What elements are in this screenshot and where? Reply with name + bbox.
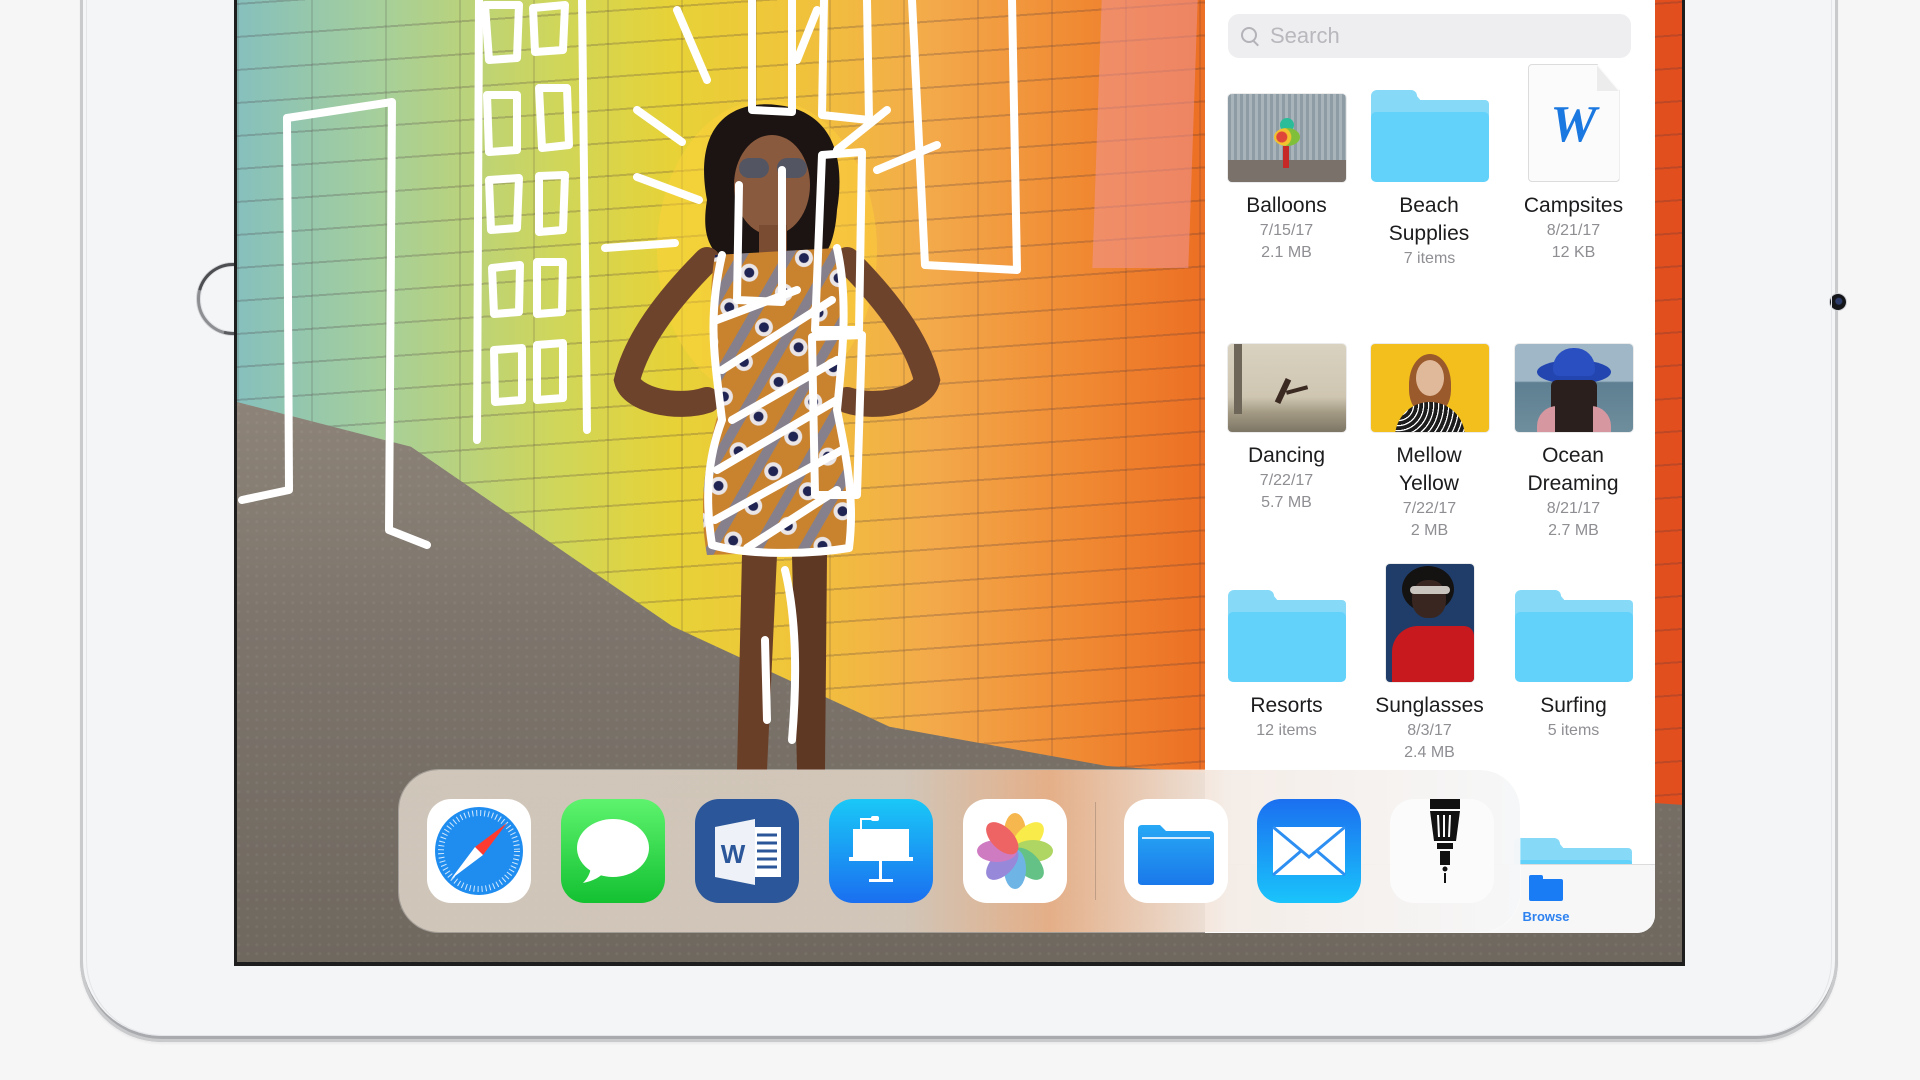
file-name: Ocean Dreaming xyxy=(1527,444,1619,495)
file-name: Campsites xyxy=(1523,194,1624,217)
search-icon xyxy=(1240,26,1260,46)
file-item-beach-supplies[interactable]: Beach Supplies 7 items xyxy=(1358,62,1501,270)
browse-folder-icon xyxy=(1529,875,1563,901)
messages-icon xyxy=(561,799,665,903)
file-item-count: 12 items xyxy=(1256,722,1317,739)
mail-icon xyxy=(1257,799,1361,903)
folder-icon xyxy=(1227,590,1346,682)
file-item-sunglasses[interactable]: Sunglasses 8/3/17 2.4 MB xyxy=(1358,562,1501,764)
file-date: 7/22/17 xyxy=(1259,472,1314,489)
dock-app-safari[interactable] xyxy=(427,799,531,903)
dock-app-messages[interactable] xyxy=(561,799,665,903)
dock-app-mail[interactable] xyxy=(1257,799,1361,903)
search-bar[interactable] xyxy=(1228,14,1631,58)
mellow-yellow-thumbnail xyxy=(1370,344,1489,432)
sunglasses-thumbnail xyxy=(1385,564,1474,682)
word-document-icon: W xyxy=(1527,64,1620,182)
folder-icon xyxy=(1370,90,1489,182)
dancing-thumbnail xyxy=(1227,344,1346,432)
file-item-count: 5 items xyxy=(1547,722,1600,739)
ocean-dreaming-thumbnail xyxy=(1514,344,1633,432)
file-name: Surfing xyxy=(1540,694,1607,717)
file-size: 2 MB xyxy=(1410,522,1449,539)
file-item-ocean-dreaming[interactable]: Ocean Dreaming 8/21/17 2.7 MB xyxy=(1502,312,1645,542)
file-name: Sunglasses xyxy=(1375,694,1484,717)
search-input[interactable] xyxy=(1268,22,1612,50)
file-name: Dancing xyxy=(1247,444,1326,467)
dock-app-keynote[interactable] xyxy=(829,799,933,903)
files-icon xyxy=(1124,799,1228,903)
file-date: 8/21/17 xyxy=(1546,500,1601,517)
file-date: 7/15/17 xyxy=(1259,222,1314,239)
file-item-count: 7 items xyxy=(1403,250,1456,267)
file-name: Beach Supplies xyxy=(1388,194,1470,245)
file-item-mellow-yellow[interactable]: Mellow Yellow 7/22/17 2 MB xyxy=(1358,312,1501,542)
file-item-balloons[interactable]: Balloons 7/15/17 2.1 MB xyxy=(1215,62,1358,264)
svg-text:W: W xyxy=(721,839,746,869)
word-icon: W xyxy=(695,799,799,903)
file-size: 5.7 MB xyxy=(1261,494,1312,511)
balloons-thumbnail xyxy=(1227,94,1346,182)
dock-app-files[interactable] xyxy=(1124,799,1228,903)
front-camera xyxy=(1830,294,1846,310)
dock-divider xyxy=(1095,802,1096,900)
dock-app-photos[interactable] xyxy=(963,799,1067,903)
photos-icon xyxy=(963,799,1067,903)
dock-app-word[interactable]: W xyxy=(695,799,799,903)
keynote-icon xyxy=(829,799,933,903)
safari-icon xyxy=(427,799,531,903)
file-size: 2.4 MB xyxy=(1404,744,1455,761)
dock: W xyxy=(399,770,1520,932)
tab-browse[interactable]: Browse xyxy=(1511,875,1581,924)
file-name: Balloons xyxy=(1246,194,1327,217)
file-item-dancing[interactable]: Dancing 7/22/17 5.7 MB xyxy=(1215,312,1358,514)
file-size: 12 KB xyxy=(1551,244,1596,261)
tab-browse-label: Browse xyxy=(1522,909,1570,924)
file-item-resorts[interactable]: Resorts 12 items xyxy=(1215,562,1358,742)
file-name: Mellow Yellow xyxy=(1396,444,1462,495)
file-size: 2.7 MB xyxy=(1548,522,1599,539)
file-name: Resorts xyxy=(1250,694,1323,717)
file-item-surfing[interactable]: Surfing 5 items xyxy=(1502,562,1645,742)
pen-tool-icon xyxy=(1390,799,1494,903)
file-item-campsites[interactable]: W Campsites 8/21/17 12 KB xyxy=(1502,62,1645,264)
file-date: 8/21/17 xyxy=(1546,222,1601,239)
folder-icon xyxy=(1514,590,1633,682)
file-size: 2.1 MB xyxy=(1261,244,1312,261)
file-date: 8/3/17 xyxy=(1407,722,1452,739)
folder-icon xyxy=(1514,838,1632,866)
dock-app-markup-pen[interactable] xyxy=(1390,799,1494,903)
file-date: 7/22/17 xyxy=(1402,500,1457,517)
